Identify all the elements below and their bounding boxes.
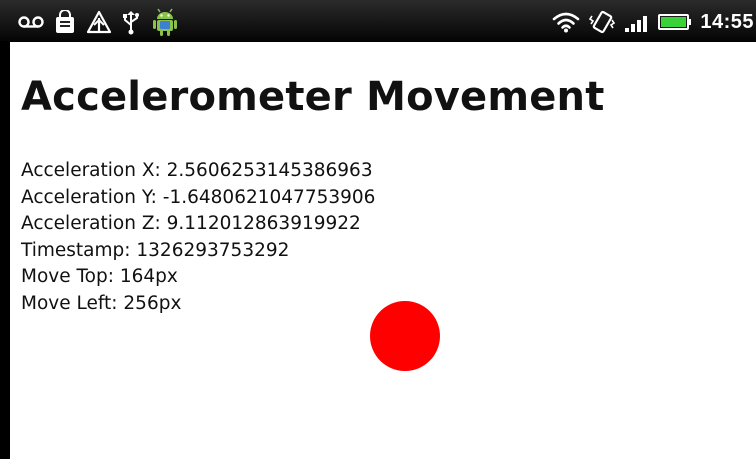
move-left-text: Move Left: 256px — [21, 292, 182, 314]
signal-bars-icon — [624, 11, 650, 33]
android-icon — [150, 7, 180, 37]
acceleration-y-text: Acceleration Y: -1.6480621047753906 — [21, 186, 376, 208]
wifi-icon — [552, 11, 580, 33]
usb-icon — [122, 9, 140, 35]
timestamp-text: Timestamp: 1326293753292 — [21, 239, 290, 261]
warning-icon — [86, 10, 112, 34]
acceleration-x-text: Acceleration X: 2.5606253145386963 — [21, 160, 373, 181]
status-bar: 14:55 — [0, 0, 756, 42]
battery-icon — [658, 13, 692, 31]
system-status: 14:55 — [552, 7, 756, 37]
shopping-bag-icon — [54, 10, 76, 34]
clock: 14:55 — [700, 10, 754, 33]
move-top-text: Move Top: 164px — [21, 266, 178, 287]
page-title: Accelerometer Movement — [21, 74, 605, 120]
voicemail-icon — [18, 15, 44, 29]
notification-icons — [18, 7, 180, 37]
app-content: Accelerometer Movement Acceleration X: 2… — [21, 42, 756, 459]
vibrate-icon — [588, 10, 616, 34]
sensor-readings: Acceleration X: 2.5606253145386963 Accel… — [21, 158, 375, 317]
acceleration-z-text: Acceleration Z: 9.112012863919922 — [21, 213, 361, 234]
moving-ball — [370, 301, 440, 371]
